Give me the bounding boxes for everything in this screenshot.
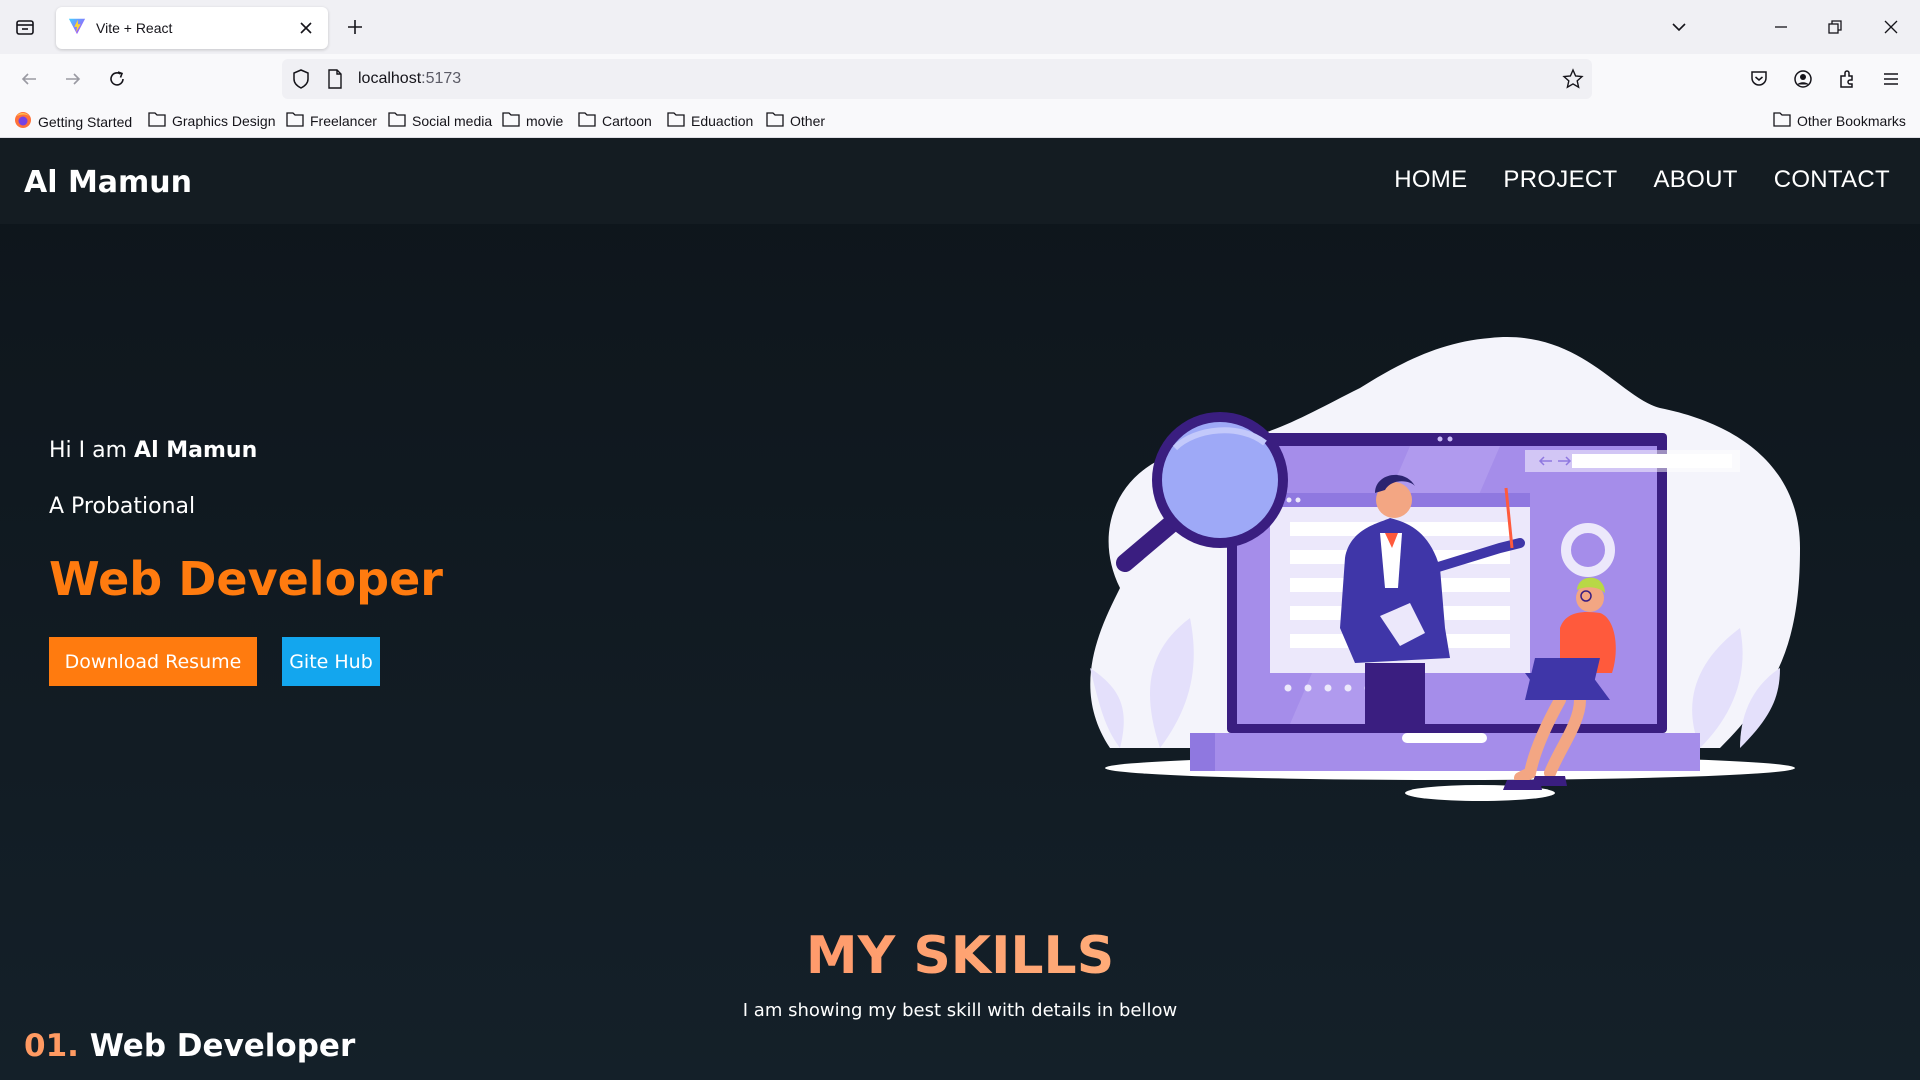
bookmark-label: Social media (412, 112, 493, 129)
bookmark-star-icon[interactable] (1562, 68, 1584, 95)
nav-project-link[interactable]: PROJECT (1503, 166, 1617, 194)
folder-icon (502, 111, 526, 130)
browser-tab-bar: Vite + React (0, 0, 1920, 54)
url-port: :5173 (421, 70, 462, 87)
url-host: localhost (358, 70, 422, 87)
tab-title: Vite + React (96, 20, 173, 36)
hero-role: Web Developer (49, 552, 443, 606)
greeting-prefix: Hi I am (49, 438, 135, 463)
folder-icon (1773, 111, 1797, 130)
folder-icon (148, 111, 172, 130)
minimize-icon[interactable] (1764, 10, 1798, 44)
address-bar[interactable]: localhost:5173 (282, 59, 1592, 99)
bookmark-folder[interactable]: Graphics Design (148, 111, 276, 130)
page-content: Al Mamun HOME PROJECT ABOUT CONTACT Hi I… (0, 138, 1920, 1080)
site-header: Al Mamun HOME PROJECT ABOUT CONTACT (0, 138, 1920, 224)
bookmark-label: Cartoon (602, 112, 652, 129)
close-tab-icon[interactable] (296, 18, 316, 38)
site-brand[interactable]: Al Mamun (24, 165, 192, 200)
download-resume-button[interactable]: Download Resume (49, 637, 257, 686)
close-window-icon[interactable] (1874, 10, 1908, 44)
new-tab-icon[interactable] (340, 12, 370, 42)
bookmark-folder[interactable]: movie (502, 111, 563, 130)
list-all-tabs-icon[interactable] (1662, 10, 1696, 44)
shield-icon[interactable] (290, 68, 312, 95)
folder-icon (286, 111, 310, 130)
skill-name: Web Developer (78, 1028, 356, 1064)
folder-icon (388, 111, 412, 130)
skills-title: MY SKILLS (0, 926, 1920, 986)
forward-icon[interactable] (58, 64, 88, 94)
nav-about-link[interactable]: ABOUT (1654, 166, 1738, 194)
folder-icon (766, 111, 790, 130)
back-icon[interactable] (14, 64, 44, 94)
tab-list-icon[interactable] (10, 12, 40, 42)
bookmark-label: Other Bookmarks (1797, 112, 1906, 129)
bookmark-folder[interactable]: Cartoon (578, 111, 652, 130)
browser-tab[interactable]: Vite + React (56, 7, 328, 49)
other-bookmarks-folder[interactable]: Other Bookmarks (1773, 111, 1906, 130)
folder-icon (667, 111, 691, 130)
skill-heading: 01. Web Developer (24, 1028, 355, 1064)
bookmark-label: Other (790, 112, 826, 129)
extensions-icon[interactable] (1832, 64, 1862, 94)
github-button[interactable]: Gite Hub (282, 637, 380, 686)
bookmark-label: Graphics Design (172, 112, 276, 129)
nav-home-link[interactable]: HOME (1394, 166, 1467, 194)
menu-icon[interactable] (1876, 64, 1906, 94)
bookmark-folder[interactable]: Eduaction (667, 111, 753, 130)
hero-greeting: Hi I am Al Mamun (49, 438, 257, 463)
greeting-name: Al Mamun (134, 438, 258, 463)
url-text: localhost:5173 (358, 70, 461, 88)
bookmark-label: movie (526, 112, 564, 129)
bookmark-label: Freelancer (310, 112, 377, 129)
vite-logo-icon (68, 17, 86, 40)
bookmarks-bar: Getting Started Graphics Design Freelanc… (0, 104, 1920, 138)
bookmark-label: Eduaction (691, 112, 754, 129)
bookmark-folder[interactable]: Other (766, 111, 825, 130)
pocket-icon[interactable] (1744, 64, 1774, 94)
restore-icon[interactable] (1818, 10, 1852, 44)
hero-tagline: A Probational (49, 494, 196, 519)
hero-illustration (1080, 328, 1810, 828)
nav-contact-link[interactable]: CONTACT (1774, 166, 1890, 194)
skills-subtitle: I am showing my best skill with details … (742, 1000, 1178, 1021)
bookmark-folder[interactable]: Freelancer (286, 111, 377, 130)
reload-icon[interactable] (102, 64, 132, 94)
account-icon[interactable] (1788, 64, 1818, 94)
folder-icon (578, 111, 602, 130)
bookmark-label: Getting Started (38, 113, 133, 130)
bookmark-folder[interactable]: Social media (388, 111, 492, 130)
page-icon[interactable] (326, 69, 344, 94)
site-nav: HOME PROJECT ABOUT CONTACT (1394, 166, 1890, 194)
bookmark-getting-started[interactable]: Getting Started (14, 111, 132, 132)
firefox-icon (14, 111, 38, 132)
skill-number: 01. (24, 1028, 79, 1064)
browser-toolbar: localhost:5173 (0, 54, 1920, 104)
